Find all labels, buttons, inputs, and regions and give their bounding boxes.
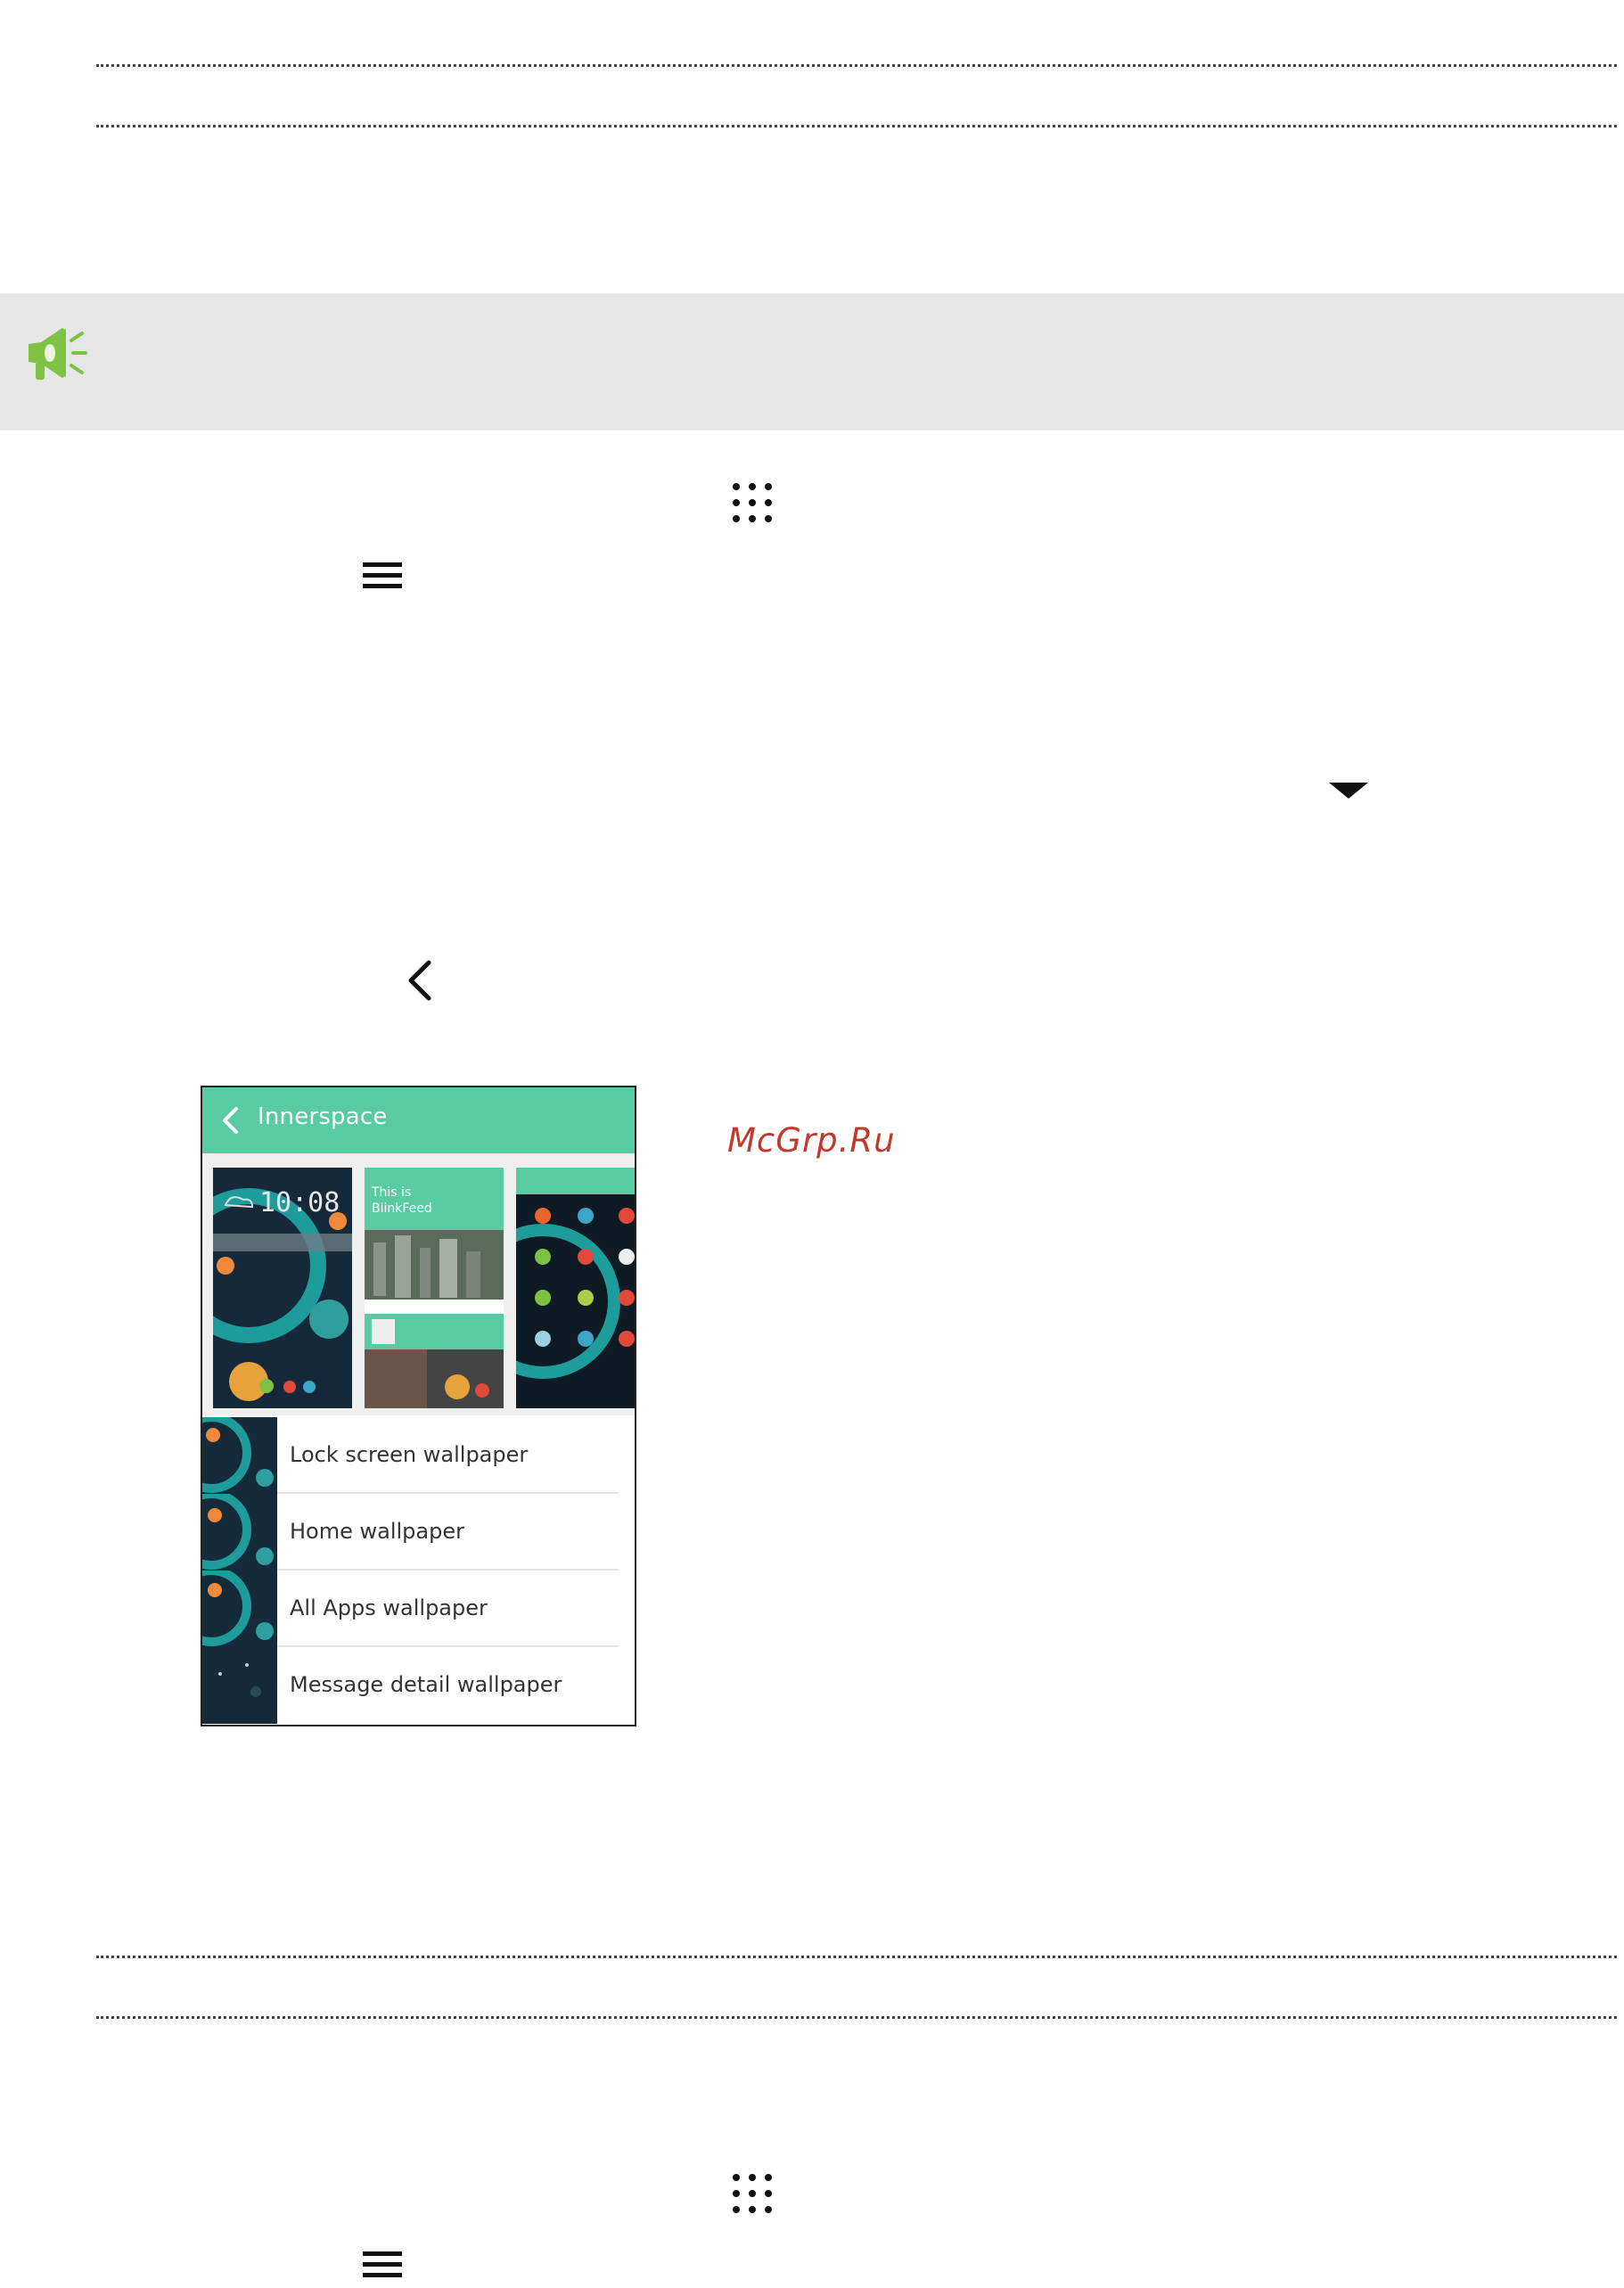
section-divider-top: [96, 64, 1617, 67]
wallpaper-option-label: Home wallpaper: [290, 1519, 464, 1544]
section-divider-top-2: [96, 125, 1617, 127]
back-icon[interactable]: [220, 1106, 240, 1135]
phone-header-title: Innerspace: [258, 1103, 388, 1130]
blinkfeed-title-line1: This is: [372, 1185, 412, 1200]
blinkfeed-preview[interactable]: This is BlinkFeed: [365, 1168, 504, 1408]
watermark: McGrp.Ru: [727, 1121, 896, 1160]
wallpaper-thumb: [202, 1494, 277, 1570]
wallpaper-thumb: [202, 1647, 277, 1724]
phone-screenshot: Innerspace 10:08 This is BlinkFeed Lock …: [201, 1086, 636, 1726]
blinkfeed-title-line2: BlinkFeed: [372, 1201, 432, 1216]
list-item[interactable]: Home wallpaper: [202, 1494, 635, 1570]
section-divider-bottom: [96, 1956, 1617, 1958]
phone-header: Innerspace: [202, 1087, 635, 1153]
megaphone-icon: [29, 328, 87, 380]
list-item[interactable]: Message detail wallpaper: [202, 1647, 635, 1724]
tip-band: [0, 293, 1624, 431]
lock-screen-preview[interactable]: 10:08: [213, 1168, 352, 1408]
list-item[interactable]: Lock screen wallpaper: [202, 1417, 635, 1494]
apps-grid-icon: [733, 2174, 772, 2213]
lock-screen-time: 10:08: [259, 1187, 340, 1218]
menu-icon: [363, 2251, 402, 2277]
wallpaper-thumb: [202, 1417, 277, 1494]
back-chevron-icon: [408, 960, 431, 1001]
theme-preview-strip: 10:08 This is BlinkFeed: [202, 1153, 635, 1415]
all-apps-preview[interactable]: [516, 1168, 635, 1408]
wallpaper-option-label: All Apps wallpaper: [290, 1595, 488, 1620]
wallpaper-option-label: Lock screen wallpaper: [290, 1442, 529, 1467]
apps-grid-icon: [733, 483, 772, 522]
dropdown-arrow-icon: [1329, 783, 1368, 799]
list-item[interactable]: All Apps wallpaper: [202, 1570, 635, 1647]
wallpaper-option-label: Message detail wallpaper: [290, 1672, 562, 1697]
menu-icon: [363, 562, 402, 588]
section-divider-bottom-2: [96, 2016, 1617, 2019]
wallpaper-thumb: [202, 1570, 277, 1647]
